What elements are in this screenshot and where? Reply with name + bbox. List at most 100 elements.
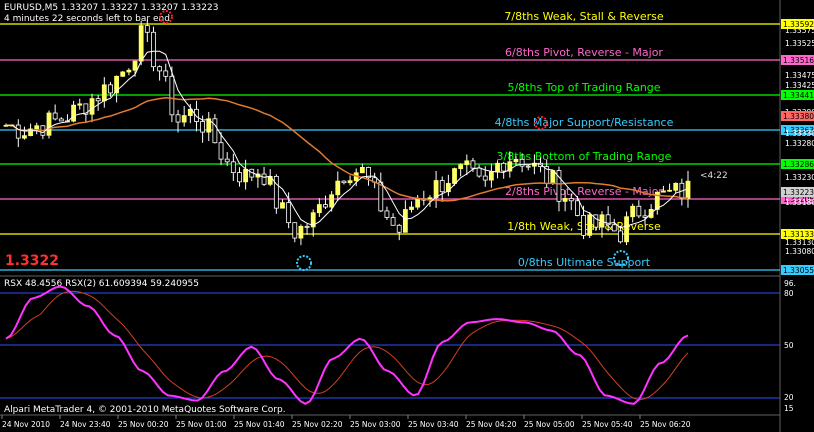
level-price-text-1: 1.33516 <box>783 56 814 65</box>
rsx-pane[interactable]: RSX 48.4556 RSX(2) 61.609394 59.240955 9… <box>0 279 796 415</box>
time-tick-label: 25 Nov 05:40 <box>582 420 633 429</box>
time-tick-label: 25 Nov 03:40 <box>408 420 459 429</box>
level-price-text-4: 1.33286 <box>783 160 814 169</box>
candle-bull <box>488 171 494 181</box>
candle-bear <box>58 118 64 122</box>
price-tick-label: 1.33130 <box>785 238 814 247</box>
candle-bear <box>341 180 347 184</box>
candle-bull <box>452 168 457 184</box>
symbol-title: EURUSD,M5 1.33207 1.33227 1.33207 1.3322… <box>4 3 218 13</box>
price-tick-label: 1.33230 <box>785 173 814 182</box>
candle-bear <box>273 175 279 209</box>
candle-bear <box>52 112 58 120</box>
candle-bull <box>71 104 76 122</box>
candle-bear <box>384 210 390 218</box>
bar-timer: <4:22 <box>700 171 728 181</box>
candle-bull <box>22 135 27 139</box>
candle-bear <box>611 224 617 232</box>
extra-price-text: 1.33380 <box>783 112 814 121</box>
time-tick-label: 25 Nov 04:20 <box>466 420 517 429</box>
bottom-marker-left-icon <box>296 255 312 271</box>
candle-bull <box>120 71 126 77</box>
candle-bull <box>495 162 500 173</box>
time-tick-label: 25 Nov 00:20 <box>118 420 169 429</box>
footer-copyright: Alpari MetaTrader 4, © 2001-2010 MetaQuo… <box>4 405 286 415</box>
candle-bull <box>280 202 285 209</box>
candle-bear <box>568 198 574 202</box>
candle-bull <box>550 170 556 184</box>
candle-bull <box>415 198 421 208</box>
candle-bear <box>618 230 623 243</box>
candle-bear <box>175 114 181 123</box>
rsx-title: RSX 48.4556 RSX(2) 61.609394 59.240955 <box>4 279 199 289</box>
bar-countdown: 4 minutes 22 seconds left to bar end <box>4 14 170 24</box>
candle-bear <box>151 31 156 68</box>
candle-bear <box>581 215 586 236</box>
candle-bear <box>501 162 507 172</box>
candle-bull <box>126 69 132 73</box>
level-label-0: 7/8ths Weak, Stall & Reverse <box>504 10 663 23</box>
candle-bear <box>230 161 236 173</box>
price-tick-label: 1.33525 <box>785 39 814 48</box>
level-price-text-2: 1.33441 <box>783 91 814 100</box>
level-label-2: 5/8ths Top of Trading Range <box>507 81 660 94</box>
candle-bull <box>34 125 40 130</box>
candle-bear <box>218 142 224 160</box>
candle-bear <box>304 225 310 228</box>
candle-bull <box>347 180 353 184</box>
candle-bull <box>661 190 666 193</box>
candle-bull <box>138 25 144 62</box>
candle-bear <box>157 66 163 72</box>
time-tick-label: 25 Nov 03:00 <box>350 420 401 429</box>
candle-bear <box>224 158 230 163</box>
candle-bull <box>624 216 629 243</box>
price-tick-label: 1.33475 <box>785 71 814 80</box>
rsx-label-80: 80 <box>784 289 794 298</box>
price-tick-label: 1.33080 <box>785 247 814 256</box>
candle-bull <box>46 112 52 136</box>
candle-bull <box>630 205 636 218</box>
candle-bull <box>316 204 322 214</box>
candle-bear <box>378 181 384 212</box>
fast-ma-line <box>5 50 689 229</box>
candle-bear <box>575 200 580 216</box>
candle-bear <box>642 215 648 218</box>
candle-bear <box>593 214 599 228</box>
level-price-text-7: 1.33055 <box>783 266 814 275</box>
candle-bear <box>519 158 525 167</box>
candle-bear <box>95 98 101 102</box>
price-tick-label: 1.33425 <box>785 81 814 90</box>
time-tick-label: 25 Nov 02:20 <box>292 420 343 429</box>
candle-bear <box>476 167 482 177</box>
candle-bull <box>132 60 138 71</box>
murrey-math-levels: 7/8ths Weak, Stall & Reverse1.335926/8th… <box>0 10 814 275</box>
price-tick-label: 1.33575 <box>785 26 814 35</box>
price-pane[interactable]: EURUSD,M5 1.33207 1.33227 1.33207 1.3322… <box>0 0 814 432</box>
rsx-bottom-label: 15 <box>784 404 794 413</box>
candle-bear <box>163 70 169 77</box>
price-tick-label: 1.33330 <box>785 129 814 138</box>
rsx-label-50: 50 <box>784 341 794 350</box>
candle-bull <box>298 225 304 239</box>
candle-bear <box>286 202 292 224</box>
candle-bull <box>77 103 83 106</box>
time-tick-label: 25 Nov 05:00 <box>524 420 575 429</box>
time-tick-label: 25 Nov 06:20 <box>640 420 691 429</box>
candle-bear <box>261 173 267 185</box>
candle-bull <box>673 182 679 191</box>
candle-bull <box>458 164 464 169</box>
rsx-label-20: 20 <box>784 393 794 402</box>
candle-bear <box>15 124 21 139</box>
candle-bear <box>636 205 642 217</box>
mt4-chart-window[interactable]: EURUSD,M5 1.33207 1.33227 1.33207 1.3322… <box>0 0 814 432</box>
current-price-text: 1.33223 <box>783 188 814 197</box>
time-tick-label: 24 Nov 2010 <box>2 420 50 429</box>
time-tick-label: 25 Nov 01:40 <box>234 420 285 429</box>
time-tick-label: 24 Nov 23:40 <box>60 420 111 429</box>
candle-bull <box>433 180 439 199</box>
candle-bear <box>470 160 476 169</box>
current-price-big: 1.3322 <box>5 253 59 269</box>
candle-bull <box>335 180 341 196</box>
candle-bear <box>212 118 218 144</box>
level-label-7: 0/8ths Ultimate Support <box>518 256 651 269</box>
